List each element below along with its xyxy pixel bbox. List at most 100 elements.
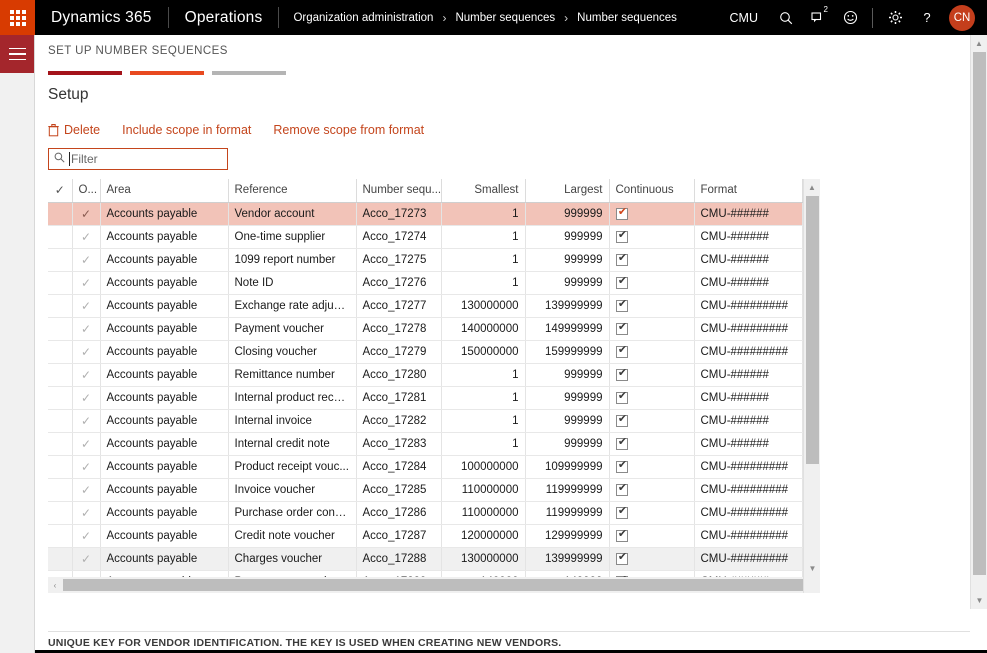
row-select-cell[interactable] [48, 341, 72, 364]
search-icon[interactable] [770, 0, 802, 35]
cell-continuous[interactable] [609, 364, 694, 387]
progress-step-2[interactable] [130, 71, 204, 75]
table-row[interactable]: ✓Accounts payable1099 report numberAcco_… [48, 249, 802, 272]
cell-continuous[interactable] [609, 502, 694, 525]
grid-vertical-scrollbar-thumb[interactable] [806, 196, 819, 464]
continuous-checkbox[interactable] [616, 231, 628, 243]
table-row[interactable]: ✓Accounts payableOne-time supplierAcco_1… [48, 226, 802, 249]
column-header-o[interactable]: O... [72, 179, 100, 202]
row-select-cell[interactable] [48, 318, 72, 341]
horizontal-scrollbar[interactable]: ‹ › [48, 577, 820, 593]
row-select-cell[interactable] [48, 226, 72, 249]
row-select-cell[interactable] [48, 203, 72, 226]
row-select-cell[interactable] [48, 456, 72, 479]
table-row[interactable]: ✓Accounts payableCredit note voucherAcco… [48, 525, 802, 548]
row-select-cell[interactable] [48, 433, 72, 456]
cell-continuous[interactable] [609, 272, 694, 295]
navigation-menu-button[interactable] [0, 35, 35, 73]
continuous-checkbox[interactable] [616, 300, 628, 312]
cell-continuous[interactable] [609, 433, 694, 456]
continuous-checkbox[interactable] [616, 553, 628, 565]
column-header-selectall[interactable]: ✓ [48, 179, 72, 202]
grid-scroll-up-arrow[interactable]: ▲ [804, 179, 820, 196]
continuous-checkbox[interactable] [616, 208, 628, 220]
column-header-smallest[interactable]: Smallest [441, 179, 525, 202]
cell-continuous[interactable] [609, 295, 694, 318]
continuous-checkbox[interactable] [616, 461, 628, 473]
grid-scroll-down-arrow[interactable]: ▼ [804, 560, 821, 577]
column-header-continuous[interactable]: Continuous [609, 179, 694, 202]
page-vertical-scrollbar[interactable]: ▲ ▼ [970, 35, 987, 609]
column-header-format[interactable]: Format [694, 179, 802, 202]
row-select-cell[interactable] [48, 295, 72, 318]
table-row[interactable]: ✓Accounts payablePurchase order confi...… [48, 502, 802, 525]
gear-icon[interactable] [879, 0, 911, 35]
continuous-checkbox[interactable] [616, 277, 628, 289]
remove-scope-from-format-button[interactable]: Remove scope from format [273, 123, 424, 137]
table-row[interactable]: ✓Accounts payableNote IDAcco_17276199999… [48, 272, 802, 295]
table-row[interactable]: ✓Accounts payableProduct receipt vouc...… [48, 456, 802, 479]
table-row[interactable]: ✓Accounts payableVendor accountAcco_1727… [48, 203, 802, 226]
table-row[interactable]: ✓Accounts payableCharges voucherAcco_172… [48, 548, 802, 571]
table-row[interactable]: ✓Accounts payablePayment voucherAcco_172… [48, 318, 802, 341]
module-label[interactable]: Operations [169, 0, 279, 35]
table-row[interactable]: ✓Accounts payableInternal credit noteAcc… [48, 433, 802, 456]
cell-continuous[interactable] [609, 226, 694, 249]
row-select-cell[interactable] [48, 410, 72, 433]
cell-continuous[interactable] [609, 318, 694, 341]
horizontal-scrollbar-thumb[interactable] [63, 579, 805, 591]
row-select-cell[interactable] [48, 502, 72, 525]
breadcrumb-item-number-sequences[interactable]: Number sequences [455, 12, 555, 24]
continuous-checkbox[interactable] [616, 415, 628, 427]
continuous-checkbox[interactable] [616, 254, 628, 266]
cell-continuous[interactable] [609, 456, 694, 479]
row-select-cell[interactable] [48, 548, 72, 571]
continuous-checkbox[interactable] [616, 346, 628, 358]
include-scope-in-format-button[interactable]: Include scope in format [122, 123, 251, 137]
continuous-checkbox[interactable] [616, 392, 628, 404]
avatar[interactable]: CN [949, 5, 975, 31]
continuous-checkbox[interactable] [616, 438, 628, 450]
search-input[interactable]: Filter [48, 148, 228, 170]
column-header-reference[interactable]: Reference [228, 179, 356, 202]
continuous-checkbox[interactable] [616, 369, 628, 381]
table-row[interactable]: ✓Accounts payableInternal invoiceAcco_17… [48, 410, 802, 433]
page-scroll-down-arrow[interactable]: ▼ [971, 592, 987, 609]
table-row[interactable]: ✓Accounts payableExchange rate adjust...… [48, 295, 802, 318]
app-launcher-button[interactable] [0, 0, 35, 35]
cell-continuous[interactable] [609, 387, 694, 410]
row-select-cell[interactable] [48, 249, 72, 272]
row-select-cell[interactable] [48, 387, 72, 410]
delete-button[interactable]: Delete [48, 123, 100, 137]
row-select-cell[interactable] [48, 364, 72, 387]
brand-label[interactable]: Dynamics 365 [35, 0, 168, 35]
continuous-checkbox[interactable] [616, 484, 628, 496]
table-row[interactable]: ✓Accounts payableClosing voucherAcco_172… [48, 341, 802, 364]
smiley-icon[interactable] [834, 0, 866, 35]
row-select-cell[interactable] [48, 525, 72, 548]
cell-continuous[interactable] [609, 249, 694, 272]
continuous-checkbox[interactable] [616, 323, 628, 335]
cell-continuous[interactable] [609, 341, 694, 364]
grid-vertical-scrollbar[interactable]: ▲ ▼ [803, 179, 820, 593]
message-icon[interactable]: 2 [802, 0, 834, 35]
cell-continuous[interactable] [609, 548, 694, 571]
grid-body[interactable]: ✓Accounts payableVendor accountAcco_1727… [48, 203, 820, 577]
table-row[interactable]: ✓Accounts payableRemittance numberAcco_1… [48, 364, 802, 387]
cell-continuous[interactable] [609, 525, 694, 548]
scroll-left-arrow[interactable]: ‹ [48, 581, 62, 590]
table-row[interactable]: ✓Accounts payableInvoice voucherAcco_172… [48, 479, 802, 502]
breadcrumb-item-organization-administration[interactable]: Organization administration [293, 12, 433, 24]
continuous-checkbox[interactable] [616, 507, 628, 519]
page-vertical-scrollbar-thumb[interactable] [973, 52, 986, 575]
progress-step-1[interactable] [48, 71, 122, 75]
cell-continuous[interactable] [609, 410, 694, 433]
progress-step-3[interactable] [212, 71, 286, 75]
table-row[interactable]: ✓Accounts payableInternal product rece..… [48, 387, 802, 410]
row-select-cell[interactable] [48, 479, 72, 502]
continuous-checkbox[interactable] [616, 530, 628, 542]
column-header-area[interactable]: Area [100, 179, 228, 202]
cell-continuous[interactable] [609, 479, 694, 502]
column-header-largest[interactable]: Largest [525, 179, 609, 202]
company-selector[interactable]: CMU [718, 11, 770, 25]
